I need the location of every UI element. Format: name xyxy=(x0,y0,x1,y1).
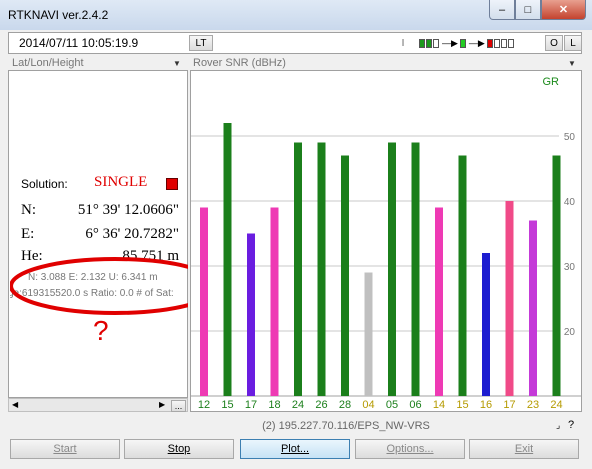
satellite-label: 23 xyxy=(527,399,539,411)
snr-bar xyxy=(317,142,326,396)
arrow-right-icon: —▶ xyxy=(442,37,458,48)
snr-bar xyxy=(247,233,255,396)
status-square xyxy=(486,38,493,48)
satellite-label: 04 xyxy=(362,399,374,411)
status-square xyxy=(493,38,500,48)
log-stream-button[interactable]: L xyxy=(564,35,582,51)
dropdown-label: Rover SNR (dBHz) xyxy=(193,57,286,69)
latitude-value: 51° 39' 12.0606" xyxy=(77,202,179,218)
snr-bar xyxy=(270,207,279,396)
longitude-value: 6° 36' 20.7282" xyxy=(85,226,179,242)
solution-status-indicator xyxy=(166,178,178,190)
y-tick-label: 50 xyxy=(564,132,576,143)
solution-panel: Solution: SINGLE N: 51° 39' 12.0606" E: … xyxy=(8,70,188,398)
snr-bar xyxy=(529,220,537,396)
status-square xyxy=(459,38,466,48)
satellite-label: 18 xyxy=(268,399,280,411)
snr-bar xyxy=(341,155,349,396)
arrow-right-icon: —▶ xyxy=(468,37,485,48)
status-square xyxy=(419,38,425,48)
status-square xyxy=(500,38,507,48)
solution-value: SINGLE xyxy=(94,174,148,190)
solution-label: Solution: xyxy=(21,177,68,191)
solution-panel-content: Solution: SINGLE N: 51° 39' 12.0606" E: … xyxy=(10,72,188,398)
solution-format-dropdown[interactable]: Lat/Lon/Height xyxy=(12,57,84,69)
maximize-button[interactable]: □ xyxy=(515,0,541,20)
output-stream-button[interactable]: O xyxy=(545,35,563,51)
stream-status-indicator: —▶ —▶ xyxy=(419,35,545,51)
latitude-label: N: xyxy=(21,202,36,218)
stop-button[interactable]: Stop xyxy=(124,439,234,459)
snr-bar xyxy=(552,155,561,396)
horizontal-scrollbar[interactable]: ◀ ▶ xyxy=(8,398,188,412)
satellite-label: 24 xyxy=(550,399,562,411)
input-stream-button[interactable]: I xyxy=(395,35,411,51)
plot-type-dropdown[interactable]: Rover SNR (dBHz) xyxy=(193,57,286,69)
satellite-label: 15 xyxy=(221,399,233,411)
plot-label: Plot... xyxy=(280,443,310,455)
time-format-button[interactable]: LT xyxy=(189,35,213,51)
y-tick-label: 40 xyxy=(564,197,576,208)
minimize-button[interactable]: – xyxy=(489,0,515,20)
annotation-ellipse xyxy=(10,257,188,315)
plot-button[interactable]: Plot... xyxy=(240,439,350,459)
options-label: Options... xyxy=(386,443,434,455)
snr-chart: 20 30 40 50 GR 12 15 17 18 24 26 28 04 05 06 14 15 16 17 23… xyxy=(190,70,582,412)
legend-label: GR xyxy=(543,76,560,88)
snr-bar xyxy=(294,142,302,396)
snr-bar xyxy=(411,142,420,396)
snr-bar xyxy=(388,142,396,396)
window-title: RTKNAVI ver.2.4.2 xyxy=(8,8,109,22)
snr-bar xyxy=(223,123,232,396)
scroll-right-icon[interactable]: ▶ xyxy=(159,400,165,409)
satellite-label: 17 xyxy=(245,399,257,411)
snr-chart-svg: 20 30 40 50 GR 12 15 17 18 24 26 28 04 05 06 14 15 16 17 23… xyxy=(191,76,581,411)
longitude-label: E: xyxy=(21,226,35,242)
snr-bar xyxy=(364,272,373,396)
annotation-question-mark: ? xyxy=(93,315,109,346)
status-square xyxy=(507,38,514,48)
satellite-label: 06 xyxy=(409,399,421,411)
satellite-label: 28 xyxy=(339,399,351,411)
satellite-label: 15 xyxy=(456,399,468,411)
snr-bar xyxy=(458,155,467,396)
status-square xyxy=(433,38,439,48)
satellite-label: 17 xyxy=(503,399,515,411)
satellite-label: 26 xyxy=(315,399,327,411)
satellite-label: 24 xyxy=(292,399,304,411)
status-square xyxy=(426,38,432,48)
snr-bar xyxy=(435,207,443,396)
stream-address: (2) 195.227.70.116/EPS_NW-VRS xyxy=(262,420,430,432)
stop-label: Stop xyxy=(167,443,191,455)
exit-label: Exit xyxy=(514,443,534,455)
status-bar-top: 2014/07/11 10:05:19.9 LT I —▶ —▶ O L xyxy=(8,32,582,54)
scroll-left-icon[interactable]: ◀ xyxy=(12,400,18,409)
snr-bar xyxy=(200,207,208,396)
options-button[interactable]: Options... xyxy=(355,439,465,459)
close-button[interactable]: ✕ xyxy=(541,0,586,20)
more-button[interactable]: ... xyxy=(171,400,186,412)
satellite-label: 12 xyxy=(198,399,210,411)
satellite-label: 05 xyxy=(386,399,398,411)
snr-bar xyxy=(482,253,490,396)
satellite-label: 14 xyxy=(433,399,445,411)
snr-bar xyxy=(505,201,514,396)
start-label: Start xyxy=(53,443,77,455)
satellite-label: 16 xyxy=(480,399,492,411)
time-display: 2014/07/11 10:05:19.9 xyxy=(19,36,139,50)
dropdown-label: Lat/Lon/Height xyxy=(12,57,84,69)
y-tick-label: 20 xyxy=(564,327,576,338)
help-button[interactable]: ? xyxy=(568,419,574,431)
start-button[interactable]: Start xyxy=(10,439,120,459)
resize-grip-icon[interactable]: ⌟ xyxy=(556,420,560,431)
exit-button[interactable]: Exit xyxy=(469,439,579,459)
y-tick-label: 30 xyxy=(564,262,576,273)
